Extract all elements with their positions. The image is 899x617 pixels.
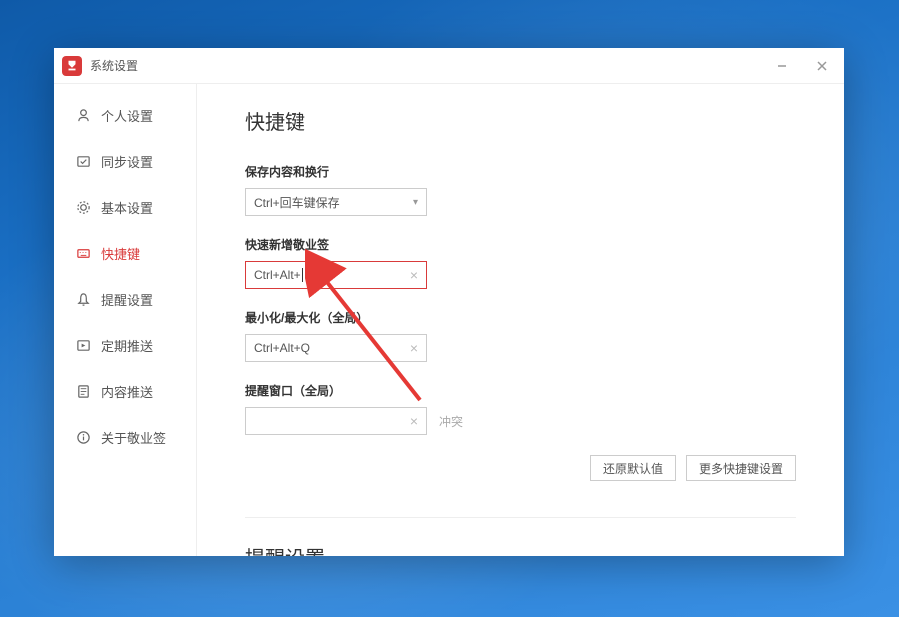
field-label-save: 保存内容和换行 <box>245 163 796 180</box>
user-icon <box>76 108 91 123</box>
save-shortcut-select[interactable]: Ctrl+回车键保存 ▾ <box>245 188 427 216</box>
section-divider <box>245 517 796 518</box>
chevron-down-icon: ▾ <box>413 197 418 208</box>
bell-icon <box>76 292 91 307</box>
minmax-shortcut-input[interactable]: Ctrl+Alt+Q × <box>245 334 427 362</box>
gear-icon <box>76 200 91 215</box>
sidebar-item-scheduled[interactable]: 定期推送 <box>54 322 196 368</box>
sidebar-item-label: 基本设置 <box>101 198 153 217</box>
input-value: Ctrl+Alt+Q <box>254 341 310 355</box>
remind-shortcut-input[interactable]: × <box>245 407 427 435</box>
more-shortcuts-button[interactable]: 更多快捷键设置 <box>686 455 796 481</box>
sidebar-item-label: 内容推送 <box>101 382 153 401</box>
sidebar-item-label: 个人设置 <box>101 106 153 125</box>
clear-icon[interactable]: × <box>410 340 418 356</box>
quickadd-shortcut-input[interactable]: Ctrl+Alt+ × <box>245 261 427 289</box>
minimize-button[interactable] <box>768 52 796 80</box>
clear-icon[interactable]: × <box>410 267 418 283</box>
sidebar-item-basic[interactable]: 基本设置 <box>54 184 196 230</box>
field-label-quickadd: 快速新增敬业签 <box>245 236 796 253</box>
sync-icon <box>76 154 91 169</box>
keyboard-icon <box>76 246 91 261</box>
window-title: 系统设置 <box>90 57 768 74</box>
sidebar-item-reminders[interactable]: 提醒设置 <box>54 276 196 322</box>
sidebar-item-about[interactable]: 关于敬业签 <box>54 414 196 460</box>
content-icon <box>76 384 91 399</box>
titlebar: 系统设置 <box>54 48 844 84</box>
sidebar-item-label: 同步设置 <box>101 152 153 171</box>
close-button[interactable] <box>808 52 836 80</box>
text-cursor <box>302 268 303 282</box>
clock-icon <box>76 338 91 353</box>
conflict-label: 冲突 <box>439 413 463 430</box>
sidebar-item-content-push[interactable]: 内容推送 <box>54 368 196 414</box>
sidebar-item-label: 快捷键 <box>101 244 140 263</box>
clear-icon[interactable]: × <box>410 413 418 429</box>
settings-window: 系统设置 个人设置 同步设置 <box>54 48 844 556</box>
sidebar-item-label: 关于敬业签 <box>101 428 166 447</box>
input-value: Ctrl+Alt+ <box>254 268 301 282</box>
sidebar-item-label: 提醒设置 <box>101 290 153 309</box>
sidebar-item-label: 定期推送 <box>101 336 153 355</box>
field-label-minmax: 最小化/最大化（全局） <box>245 309 796 326</box>
app-icon <box>62 56 82 76</box>
sidebar-item-shortcuts[interactable]: 快捷键 <box>54 230 196 276</box>
field-label-remind: 提醒窗口（全局） <box>245 382 796 399</box>
select-value: Ctrl+回车键保存 <box>254 194 340 211</box>
sidebar: 个人设置 同步设置 基本设置 快捷键 <box>54 84 197 556</box>
section-title-shortcuts: 快捷键 <box>245 106 796 135</box>
restore-defaults-button[interactable]: 还原默认值 <box>590 455 676 481</box>
section-title-reminders: 提醒设置 <box>245 542 796 556</box>
sidebar-item-personal[interactable]: 个人设置 <box>54 92 196 138</box>
sidebar-item-sync[interactable]: 同步设置 <box>54 138 196 184</box>
info-icon <box>76 430 91 445</box>
content-area: 快捷键 保存内容和换行 Ctrl+回车键保存 ▾ 快速新增敬业签 Ctrl+Al… <box>197 84 844 556</box>
